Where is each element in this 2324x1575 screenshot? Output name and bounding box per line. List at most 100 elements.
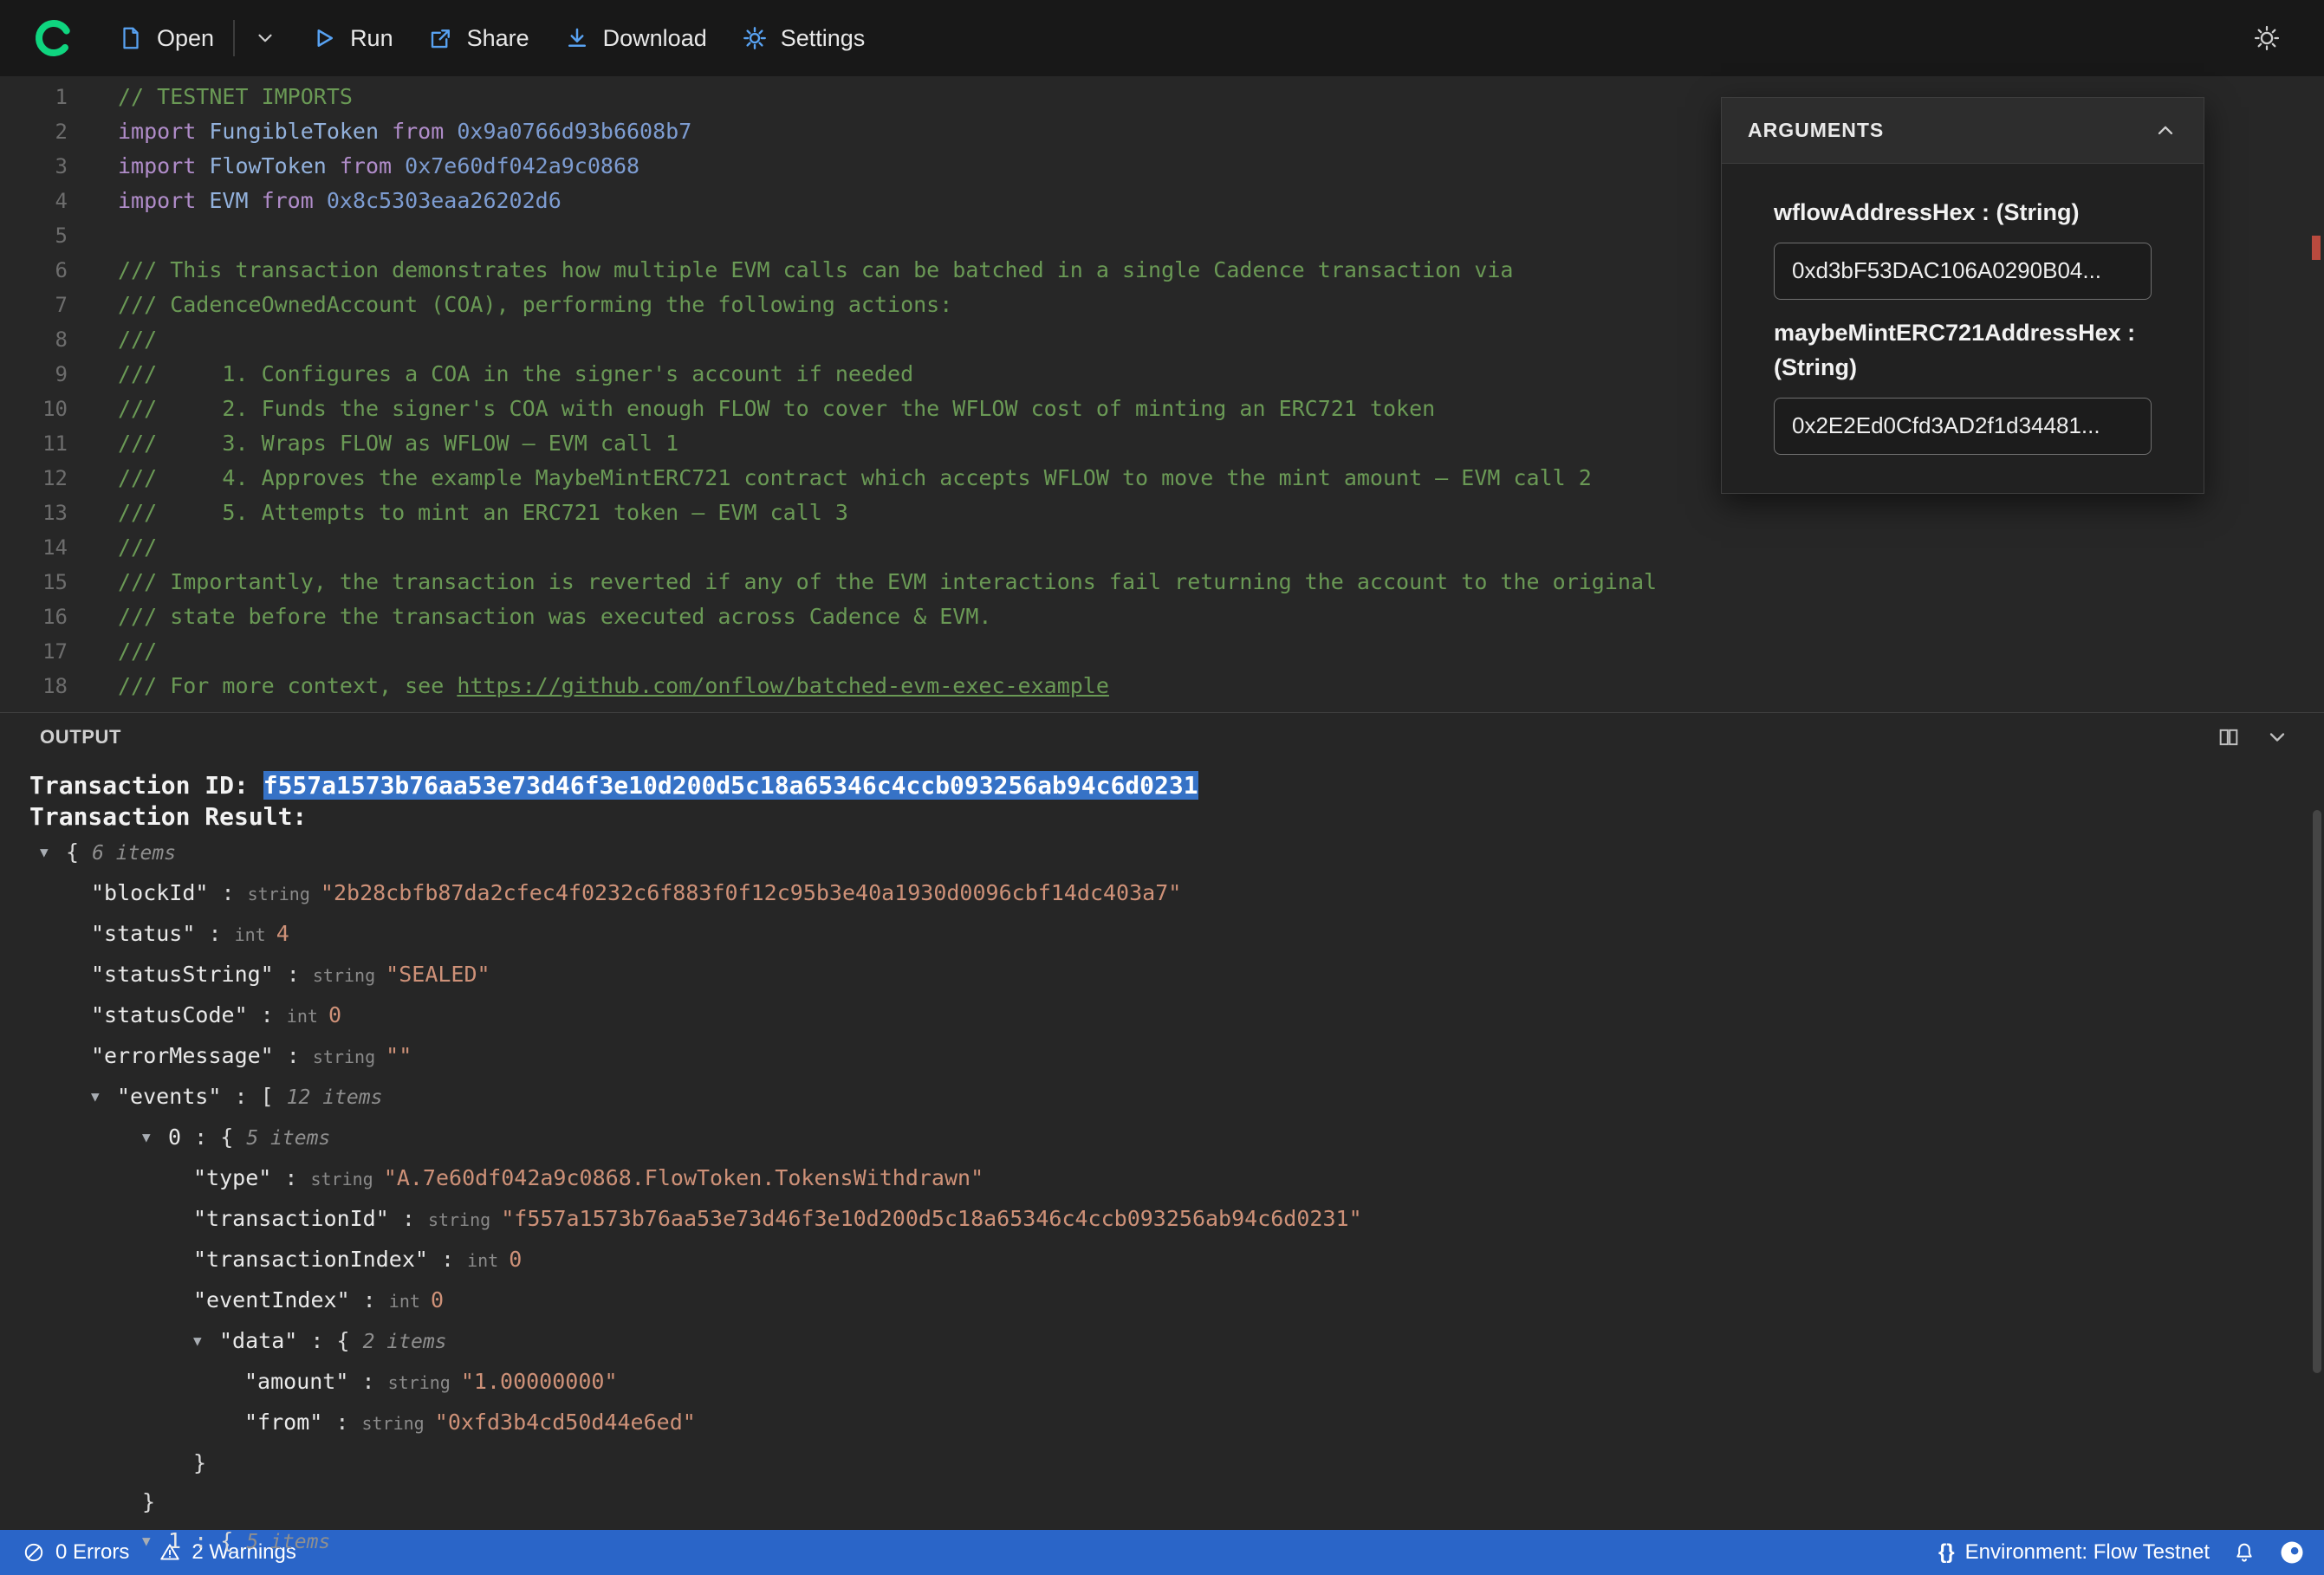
open-label: Open bbox=[157, 24, 215, 51]
download-button[interactable]: Download bbox=[547, 16, 724, 61]
code-line: 18 /// For more context, see https://gith… bbox=[0, 669, 2324, 703]
settings-button[interactable]: Settings bbox=[724, 16, 883, 61]
line-number: 8 bbox=[55, 327, 68, 352]
download-icon bbox=[568, 28, 586, 47]
theme-toggle-button[interactable] bbox=[2236, 16, 2298, 61]
json-items: 2 items bbox=[362, 1331, 447, 1353]
json-items: 5 items bbox=[246, 1127, 331, 1150]
run-label: Run bbox=[350, 24, 393, 51]
split-view-icon[interactable] bbox=[2217, 725, 2241, 749]
share-label: Share bbox=[466, 24, 529, 51]
line-number: 4 bbox=[55, 189, 68, 213]
json-type: string bbox=[312, 1047, 386, 1067]
toolbar: Open Run Share Download Settings bbox=[0, 0, 2324, 76]
json-num: 0 bbox=[328, 1002, 342, 1027]
json-tree-row: ▼ "events" : [ 12 items bbox=[0, 1077, 2324, 1118]
expand-arrow-icon[interactable]: ▼ bbox=[142, 1521, 168, 1560]
open-dropdown-button[interactable] bbox=[237, 18, 294, 58]
argument-label: wflowAddressHex : (String) bbox=[1774, 199, 2080, 225]
json-type: string bbox=[312, 965, 386, 986]
code-token: /// bbox=[118, 535, 158, 560]
json-punct: : [ bbox=[221, 1084, 287, 1109]
output-header: OUTPUT bbox=[0, 713, 2324, 762]
code-line: 16 /// state before the transaction was e… bbox=[0, 600, 2324, 634]
json-type: string bbox=[247, 884, 321, 904]
code-token: import bbox=[118, 119, 210, 144]
json-punct: } bbox=[142, 1489, 156, 1514]
output-panel: OUTPUT Transaction ID: f557a1573b76aa53e… bbox=[0, 712, 2324, 1553]
line-number: 11 bbox=[42, 431, 68, 456]
line-number: 2 bbox=[55, 120, 68, 144]
json-punct: : bbox=[427, 1247, 468, 1272]
output-title: OUTPUT bbox=[40, 726, 122, 748]
code-editor[interactable]: 1 // TESTNET IMPORTS 2 import FungibleToken… bbox=[0, 76, 2324, 712]
json-type: int bbox=[467, 1250, 510, 1271]
json-str: "SEALED" bbox=[386, 962, 490, 987]
transaction-id-value[interactable]: f557a1573b76aa53e73d46f3e10d200d5c18a653… bbox=[263, 771, 1198, 800]
code-token: import bbox=[118, 153, 210, 178]
json-key: "amount" bbox=[244, 1369, 349, 1394]
expand-arrow-icon[interactable]: ▼ bbox=[91, 1077, 117, 1116]
line-number: 18 bbox=[42, 674, 68, 698]
line-number: 5 bbox=[55, 224, 68, 248]
output-scrollbar-thumb[interactable] bbox=[2313, 810, 2321, 1373]
json-tree-row: "from" : string "0xfd3b4cd50d44e6ed" bbox=[0, 1403, 2324, 1443]
json-key: "statusCode" bbox=[91, 1002, 248, 1027]
code-text: import FlowToken from 0x7e60df042a9c0868 bbox=[118, 149, 639, 184]
code-token: from bbox=[339, 153, 406, 178]
json-key: "from" bbox=[244, 1410, 323, 1435]
json-punct: : bbox=[271, 1165, 311, 1190]
code-token: EVM bbox=[209, 188, 262, 213]
download-label: Download bbox=[602, 24, 707, 51]
line-number: 7 bbox=[55, 293, 68, 317]
argument-input[interactable] bbox=[1774, 242, 2152, 300]
share-button[interactable]: Share bbox=[411, 16, 547, 61]
json-str: "1.00000000" bbox=[460, 1369, 618, 1394]
code-token: 0x7e60df042a9c0868 bbox=[405, 153, 640, 178]
file-icon bbox=[123, 27, 139, 49]
json-punct: : bbox=[208, 880, 248, 905]
arguments-header[interactable]: ARGUMENTS bbox=[1722, 98, 2204, 164]
run-button[interactable]: Run bbox=[294, 16, 411, 61]
json-tree-row: "transactionId" : string "f557a1573b76aa… bbox=[0, 1199, 2324, 1240]
json-str: "" bbox=[386, 1043, 412, 1068]
arguments-title: ARGUMENTS bbox=[1748, 119, 1885, 141]
json-punct: : { bbox=[181, 1125, 247, 1150]
code-text: /// 2. Funds the signer's COA with enoug… bbox=[118, 392, 1435, 426]
json-key2: 0 bbox=[168, 1125, 182, 1150]
flow-logo[interactable] bbox=[33, 17, 75, 59]
json-key: "eventIndex" bbox=[193, 1287, 350, 1312]
chevron-up-icon[interactable] bbox=[2153, 119, 2178, 143]
play-icon bbox=[317, 29, 334, 47]
expand-arrow-icon[interactable]: ▼ bbox=[40, 833, 66, 872]
expand-arrow-icon[interactable]: ▼ bbox=[193, 1321, 219, 1360]
open-button[interactable]: Open bbox=[101, 16, 231, 61]
line-number: 3 bbox=[55, 154, 68, 178]
json-tree-row: "blockId" : string "2b28cbfb87da2cfec4f0… bbox=[0, 873, 2324, 914]
output-content[interactable]: Transaction ID: f557a1573b76aa53e73d46f3… bbox=[0, 762, 2324, 1562]
code-token: from bbox=[392, 119, 458, 144]
argument-label: maybeMintERC721AddressHex : (String) bbox=[1774, 319, 2136, 381]
json-punct: : bbox=[322, 1410, 362, 1435]
line-number: 10 bbox=[42, 397, 68, 421]
collapse-output-icon[interactable] bbox=[2265, 725, 2289, 749]
scrollbar-error-marker bbox=[2312, 236, 2321, 260]
arguments-fields: wflowAddressHex : (String) maybeMintERC72… bbox=[1722, 164, 2204, 493]
expand-arrow-icon[interactable]: ▼ bbox=[142, 1118, 168, 1157]
code-line: 15 /// Importantly, the transaction is re… bbox=[0, 565, 2324, 600]
json-punct: : bbox=[348, 1369, 388, 1394]
flow-logo-icon bbox=[36, 20, 72, 56]
code-link[interactable]: https://github.com/onflow/batched-evm-ex… bbox=[457, 673, 1109, 698]
code-text: /// 5. Attempts to mint an ERC721 token … bbox=[118, 496, 848, 530]
json-tree-row: ▼ "data" : { 2 items bbox=[0, 1321, 2324, 1362]
json-items: 5 items bbox=[246, 1531, 331, 1553]
code-token: /// 1. Configures a COA in the signer's … bbox=[118, 361, 914, 386]
code-text: import FungibleToken from 0x9a0766d93b66… bbox=[118, 114, 691, 149]
code-token: 0x9a0766d93b6608b7 bbox=[457, 119, 692, 144]
json-type: int bbox=[234, 924, 276, 945]
json-key: "events" bbox=[117, 1084, 222, 1109]
json-items: 12 items bbox=[286, 1086, 383, 1109]
line-number: 17 bbox=[42, 639, 68, 664]
argument-input[interactable] bbox=[1774, 397, 2152, 455]
json-tree-row: ▼ 1 : { 5 items bbox=[0, 1521, 2324, 1562]
